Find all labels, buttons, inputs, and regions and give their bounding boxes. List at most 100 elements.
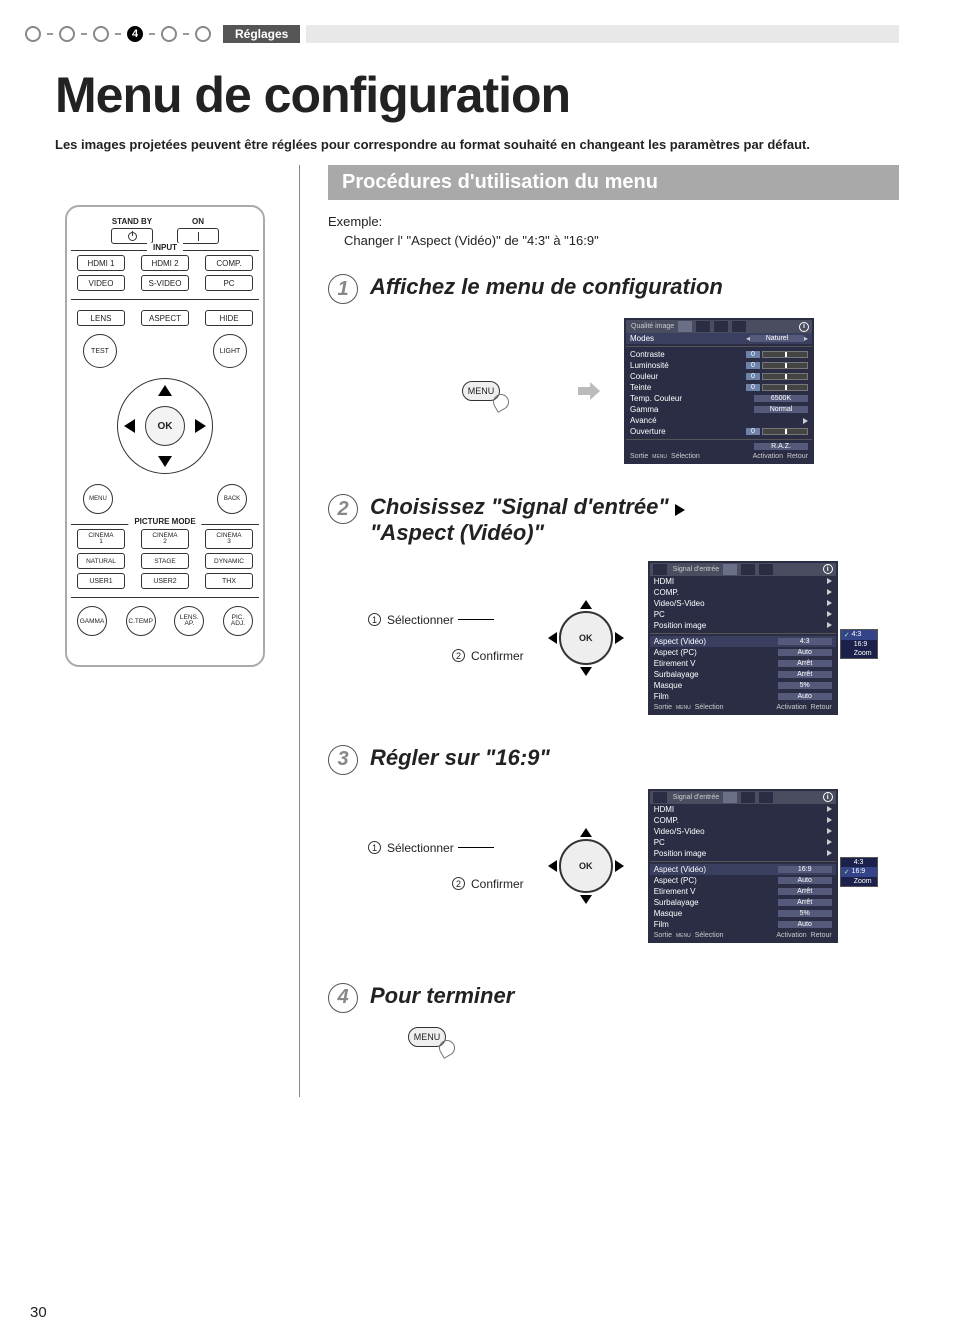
- remote-stage-button[interactable]: STAGE: [141, 553, 189, 569]
- remote-hdmi1-button[interactable]: HDMI 1: [77, 255, 125, 271]
- remote-cinema1-button[interactable]: CINEMA 1: [77, 529, 125, 549]
- remote-cinema2-button[interactable]: CINEMA 2: [141, 529, 189, 549]
- remote-cinema3-button[interactable]: CINEMA 3: [205, 529, 253, 549]
- popup-option: 16:9: [854, 641, 868, 648]
- osd-row-value: 0: [746, 384, 760, 391]
- remote-standby-button[interactable]: [111, 228, 153, 244]
- arrow-right-icon: [615, 632, 624, 644]
- slider-icon: [762, 373, 808, 380]
- remote-user1-button[interactable]: USER1: [77, 573, 125, 589]
- breadcrumb-step-5: [161, 26, 177, 42]
- popup-option: 16:9: [852, 868, 866, 875]
- osd-row-value: 6500K: [754, 395, 808, 402]
- osd-row-label: Modes: [630, 334, 746, 343]
- osd-tab-label: Qualité image: [629, 323, 674, 330]
- chevron-right-icon: [827, 600, 832, 606]
- info-icon: i: [799, 322, 809, 332]
- remote-back-button[interactable]: BACK: [217, 484, 247, 514]
- osd-row-label: Position image: [654, 621, 832, 630]
- remote-picadj-button[interactable]: PIC. ADJ.: [223, 606, 253, 636]
- osd-tab-icon: [653, 564, 667, 575]
- osd-row-value: R.A.Z.: [754, 443, 808, 450]
- select-label: Sélectionner: [387, 841, 454, 855]
- confirm-label: Confirmer: [471, 877, 524, 891]
- chevron-right-icon: [827, 828, 832, 834]
- step-1-title: Affichez le menu de configuration: [370, 274, 723, 300]
- slider-icon: [762, 428, 808, 435]
- remote-lensap-button[interactable]: LENS. AP.: [174, 606, 204, 636]
- chevron-right-icon: [827, 806, 832, 812]
- osd-row-value: Arrêt: [778, 671, 832, 678]
- osd-tab-label: Signal d'entrée: [671, 794, 719, 801]
- osd-row-value: 0: [746, 351, 760, 358]
- step-sub-2-icon: 2: [452, 649, 465, 662]
- remote-ok-button[interactable]: OK: [145, 406, 185, 446]
- remote-aspect-button[interactable]: ASPECT: [141, 310, 189, 326]
- breadcrumb-connector: [81, 33, 87, 35]
- osd-row-label: COMP.: [654, 588, 832, 597]
- info-icon: i: [823, 564, 833, 574]
- chevron-right-icon: [827, 578, 832, 584]
- osd-tab-icon: [759, 564, 773, 575]
- remote-hide-button[interactable]: HIDE: [205, 310, 253, 326]
- step-sub-2-icon: 2: [452, 877, 465, 890]
- arrow-down-icon: [580, 667, 592, 676]
- remote-natural-button[interactable]: NATURAL: [77, 553, 125, 569]
- slider-icon: [762, 362, 808, 369]
- remote-user2-button[interactable]: USER2: [141, 573, 189, 589]
- remote-on-label: ON: [177, 217, 219, 226]
- remote-dpad[interactable]: OK: [115, 376, 215, 476]
- breadcrumb-label: Réglages: [223, 25, 300, 43]
- remote-video-button[interactable]: VIDEO: [77, 275, 125, 291]
- osd-row-label: Couleur: [630, 372, 746, 381]
- step-2-number: 2: [328, 494, 358, 524]
- dpad-icon: OK: [548, 828, 624, 904]
- remote-thx-button[interactable]: THX: [205, 573, 253, 589]
- remote-hdmi2-button[interactable]: HDMI 2: [141, 255, 189, 271]
- remote-test-button[interactable]: TEST: [83, 334, 117, 368]
- osd-row-label: Aspect (Vidéo): [654, 637, 778, 646]
- osd-foot-select: Sélection: [695, 704, 724, 711]
- osd-foot-select: Sélection: [695, 932, 724, 939]
- remote-lens-button[interactable]: LENS: [77, 310, 125, 326]
- osd-tab-icon: [732, 321, 746, 332]
- info-icon: i: [823, 792, 833, 802]
- osd-row-value: 5%: [778, 682, 832, 689]
- osd-tab-icon: [723, 792, 737, 803]
- remote-dynamic-button[interactable]: DYNAMIC: [205, 553, 253, 569]
- osd-row-label: COMP.: [654, 816, 832, 825]
- osd-row-value: Naturel: [750, 335, 804, 342]
- remote-pc-button[interactable]: PC: [205, 275, 253, 291]
- osd-row-value: Auto: [778, 649, 832, 656]
- arrow-up-icon: [580, 600, 592, 609]
- breadcrumb-step-3: [93, 26, 109, 42]
- osd-row-label: Video/S-Video: [654, 599, 832, 608]
- remote-comp-button[interactable]: COMP.: [205, 255, 253, 271]
- remote-on-button[interactable]: [177, 228, 219, 244]
- osd-row-value: 5%: [778, 910, 832, 917]
- section-heading: Procédures d'utilisation du menu: [328, 165, 899, 200]
- remote-control-illustration: STAND BY ON INPUT HDMI 1 HDMI 2 COMP. VI…: [65, 205, 265, 667]
- arrow-up-icon: [580, 828, 592, 837]
- remote-gamma-button[interactable]: GAMMA: [77, 606, 107, 636]
- select-label: Sélectionner: [387, 613, 454, 627]
- osd-row-label: Teinte: [630, 383, 746, 392]
- slider-icon: [762, 384, 808, 391]
- chevron-right-icon: [803, 418, 808, 424]
- remote-svideo-button[interactable]: S-VIDEO: [141, 275, 189, 291]
- remote-menu-button[interactable]: MENU: [83, 484, 113, 514]
- menu-button-icon: MENU: [462, 381, 500, 401]
- osd-row-label: PC: [654, 838, 832, 847]
- breadcrumb-step-4-active: 4: [127, 26, 143, 42]
- osd-row-label: Surbalayage: [654, 670, 778, 679]
- breadcrumb-bar: [306, 25, 899, 43]
- step-4-title: Pour terminer: [370, 983, 514, 1009]
- chevron-right-icon: [827, 817, 832, 823]
- menu-button-icon: MENU: [408, 1027, 446, 1047]
- remote-ctemp-button[interactable]: C.TEMP: [126, 606, 156, 636]
- osd-row-label: Film: [654, 920, 778, 929]
- chevron-right-icon: [827, 589, 832, 595]
- power-icon: [128, 232, 137, 241]
- osd-row-label: HDMI: [654, 577, 832, 586]
- remote-light-button[interactable]: LIGHT: [213, 334, 247, 368]
